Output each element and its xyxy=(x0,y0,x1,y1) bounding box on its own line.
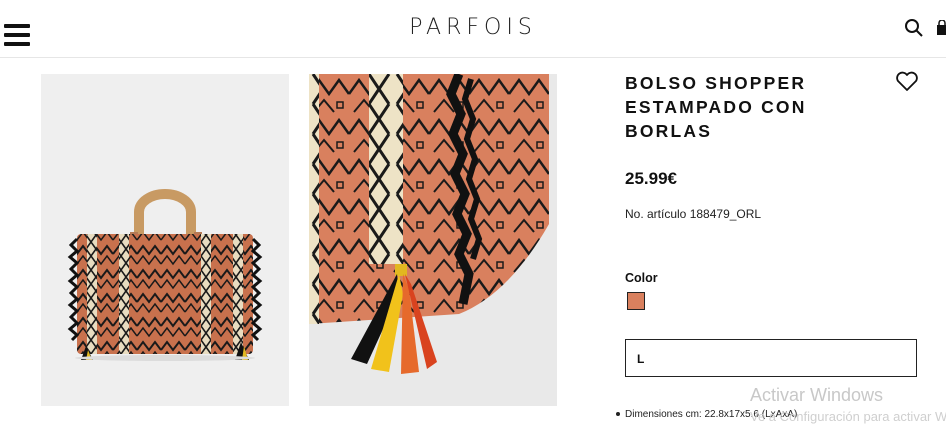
bullet-icon xyxy=(616,412,620,417)
product-image-detail[interactable] xyxy=(309,74,557,406)
product-title-line: BOLSO SHOPPER xyxy=(625,73,807,93)
windows-activation-subtitle: Ve a Configuración para activar Windows. xyxy=(750,409,946,424)
color-label: Color xyxy=(625,271,658,285)
product-image-front[interactable] xyxy=(41,74,289,406)
product-title-line: ESTAMPADO CON xyxy=(625,97,807,117)
windows-activation-title: Activar Windows xyxy=(750,385,884,405)
site-header: PARFOIS xyxy=(0,0,946,58)
size-select[interactable]: L xyxy=(625,339,917,377)
search-icon[interactable] xyxy=(904,18,924,38)
product-price: 25.99€ xyxy=(625,169,677,188)
bag-icon[interactable] xyxy=(936,20,946,36)
size-value: L xyxy=(637,352,645,366)
product-reference: No. artículo 188479_ORL xyxy=(625,207,762,221)
brand-logo[interactable]: PARFOIS xyxy=(0,15,946,40)
heart-icon[interactable] xyxy=(895,70,919,92)
product-title-line: BORLAS xyxy=(625,121,713,141)
product-title: BOLSO SHOPPER ESTAMPADO CON BORLAS xyxy=(625,71,885,143)
color-swatch[interactable] xyxy=(627,292,645,310)
